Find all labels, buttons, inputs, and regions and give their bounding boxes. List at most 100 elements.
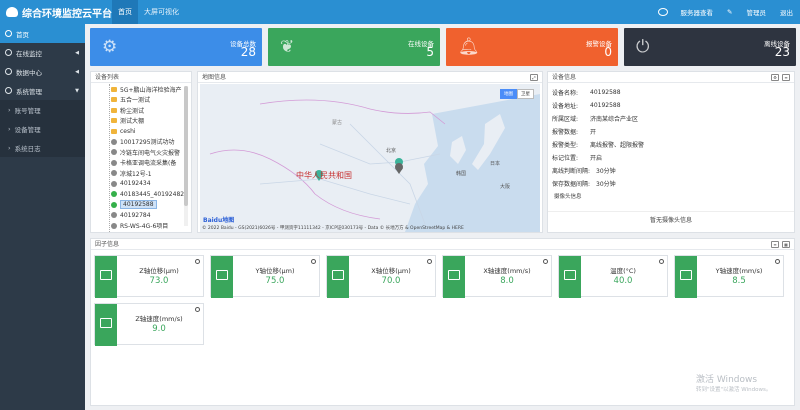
- device-tree-item[interactable]: 凉城12号-1: [97, 168, 187, 179]
- map-type-map[interactable]: 地图: [500, 89, 517, 99]
- factor-value: 75.0: [265, 276, 285, 286]
- map-country-label: 中华人民共和国: [296, 171, 352, 180]
- device-info-row: 标记位置: 开启: [548, 151, 794, 164]
- list-view-icon[interactable]: ≡: [782, 74, 790, 81]
- tab-home[interactable]: 首页: [112, 0, 138, 24]
- server-view-menu[interactable]: 服务器查看: [674, 7, 721, 17]
- windows-activation-title: 激活 Windows: [696, 375, 758, 385]
- tab-big-screen[interactable]: 大屏可视化: [138, 0, 185, 24]
- magnifier-icon[interactable]: [543, 259, 548, 264]
- magnifier-icon[interactable]: [195, 307, 200, 312]
- folder-icon: [111, 118, 117, 124]
- list-view-icon[interactable]: ≡: [771, 241, 779, 248]
- device-tree-item[interactable]: 五合一测试: [97, 95, 187, 106]
- map-view[interactable]: 中华人民共和国 蒙古 北京 韩国 日本 大阪 地图 卫星 Baidu地图 © 2…: [200, 84, 540, 232]
- factor-card[interactable]: Y轴速度(mm/s) 8.5: [674, 255, 784, 298]
- settings-icon[interactable]: ⚙: [771, 74, 779, 81]
- offline-status-icon: [111, 170, 117, 177]
- admin-menu[interactable]: 管理员: [740, 7, 774, 17]
- factor-card[interactable]: 温度(°C) 40.0: [558, 255, 668, 298]
- card-total-devices[interactable]: ⚙ 设备总数 28: [90, 28, 262, 66]
- magnifier-icon[interactable]: [427, 259, 432, 264]
- sensor-icon: [211, 256, 233, 298]
- device-tree-item[interactable]: 5G+鹏山海洋检验海产: [97, 84, 187, 95]
- map-panel: 地图信息 ⤢ 中华人民共和国 蒙古 北京 韩国 日本 大阪 地图 卫星 Baid…: [197, 71, 543, 233]
- device-info-row: 设备地址: 40192588: [548, 99, 794, 112]
- info-value: 30分钟: [596, 181, 616, 188]
- device-tree-item[interactable]: RS-WS-4G-6项目: [97, 221, 187, 232]
- edit-icon[interactable]: ✎: [720, 8, 739, 16]
- device-tree-item[interactable]: 测试大棚: [97, 116, 187, 127]
- card-alarm-devices[interactable]: 🔔︎ 报警设备 0: [446, 28, 618, 66]
- chevron-right-icon: ›: [8, 143, 11, 152]
- factor-value: 8.5: [732, 276, 746, 286]
- device-list-scrollbar[interactable]: [184, 86, 188, 226]
- device-tree-item[interactable]: 卡格亚调电流采集(备: [97, 158, 187, 169]
- card-offline-devices[interactable]: ⏻ 离线设备 23: [624, 28, 796, 66]
- card-value: 23: [774, 45, 790, 59]
- offline-status-icon: [111, 180, 117, 187]
- device-tree-item[interactable]: ceshi: [97, 126, 187, 137]
- card-online-devices[interactable]: ❦ 在线设备 5: [268, 28, 440, 66]
- info-key: 设备名称:: [552, 90, 579, 97]
- wifi-icon: [100, 318, 112, 328]
- fullscreen-icon[interactable]: ⤢: [530, 74, 538, 81]
- device-tree-label: 5G+鹏山海洋检验海产: [120, 86, 182, 94]
- sidebar-item-label: 数据中心: [16, 68, 42, 77]
- device-tree-label: 40192434: [120, 180, 151, 188]
- device-tree-item[interactable]: 40183445_40192482: [97, 189, 187, 200]
- sidebar-item-system-log[interactable]: › 系统日志: [0, 138, 85, 157]
- camera-info-tab[interactable]: 摄像头信息: [554, 192, 794, 200]
- camera-empty-text: 暂无摄像头信息: [649, 217, 692, 224]
- factor-value: 8.0: [500, 276, 514, 286]
- device-tree-label: 测试大棚: [120, 118, 145, 126]
- factor-card[interactable]: X轴速度(mm/s) 8.0: [442, 255, 552, 298]
- magnifier-icon[interactable]: [659, 259, 664, 264]
- map-type-satellite[interactable]: 卫星: [517, 89, 534, 99]
- info-value: 济南某综合产业区: [590, 116, 639, 123]
- info-key: 保存数据间隔:: [552, 181, 591, 188]
- map-label-japan: 日本: [490, 161, 501, 167]
- card-value: 5: [426, 45, 434, 59]
- info-value: 40192588: [590, 89, 621, 96]
- device-tree-item[interactable]: 40192434: [97, 179, 187, 190]
- header-right: 服务器查看 ✎ 管理员 退出: [652, 0, 800, 24]
- device-tree-item[interactable]: 粉尘测试: [97, 105, 187, 116]
- device-tree-item[interactable]: 40192588: [97, 200, 187, 211]
- sidebar-item-label: 系统管理: [16, 87, 42, 96]
- factor-name: Y轴位移(μm): [255, 267, 295, 275]
- info-value: 40192588: [590, 102, 621, 109]
- factor-card[interactable]: X轴位移(μm) 70.0: [326, 255, 436, 298]
- sensor-icon: [559, 256, 581, 298]
- factor-card[interactable]: Z轴位移(μm) 73.0: [94, 255, 204, 298]
- sidebar-item-account-manage[interactable]: › 账号管理: [0, 100, 85, 119]
- magnifier-icon[interactable]: [775, 259, 780, 264]
- factor-card[interactable]: Z轴速度(mm/s) 9.0: [94, 303, 204, 346]
- sidebar-item-online-monitor[interactable]: 在线监控 ◀: [0, 43, 85, 62]
- sidebar-item-device-manage[interactable]: › 设备管理: [0, 119, 85, 138]
- panel-title: 地图信息: [198, 72, 542, 83]
- device-tree-item[interactable]: 40192784: [97, 210, 187, 221]
- logout-button[interactable]: 退出: [773, 7, 800, 17]
- leaf-icon: ❦: [280, 37, 295, 57]
- sidebar-item-data-center[interactable]: 数据中心 ◀: [0, 62, 85, 81]
- offline-status-icon: [111, 149, 117, 156]
- magnifier-icon[interactable]: [195, 259, 200, 264]
- device-tree-label: 五合一测试: [120, 97, 151, 105]
- scrollbar-thumb[interactable]: [184, 86, 188, 206]
- logo[interactable]: 综合环境监控云平台: [0, 0, 112, 24]
- data-icon: [5, 68, 12, 75]
- factor-value: 70.0: [381, 276, 401, 286]
- grid-view-icon[interactable]: ▦: [782, 241, 790, 248]
- device-tree-item[interactable]: 冷链车间电气火灾报警: [97, 147, 187, 158]
- sidebar-item-system-manage[interactable]: 系统管理 ▼: [0, 81, 85, 100]
- magnifier-icon[interactable]: [311, 259, 316, 264]
- device-tree-item[interactable]: 10017295测试功功: [97, 137, 187, 148]
- sidebar-item-home[interactable]: 首页: [0, 24, 85, 43]
- gear-icon: [5, 87, 12, 94]
- factor-card[interactable]: Y轴位移(μm) 75.0: [210, 255, 320, 298]
- sidebar-item-label: 账号管理: [14, 106, 41, 115]
- info-key: 离线判断间隔:: [552, 168, 591, 175]
- refresh-icon[interactable]: [657, 8, 668, 16]
- map-copyright: © 2022 Baidu - GS(2021)6026号 - 甲测资字11111…: [202, 226, 464, 231]
